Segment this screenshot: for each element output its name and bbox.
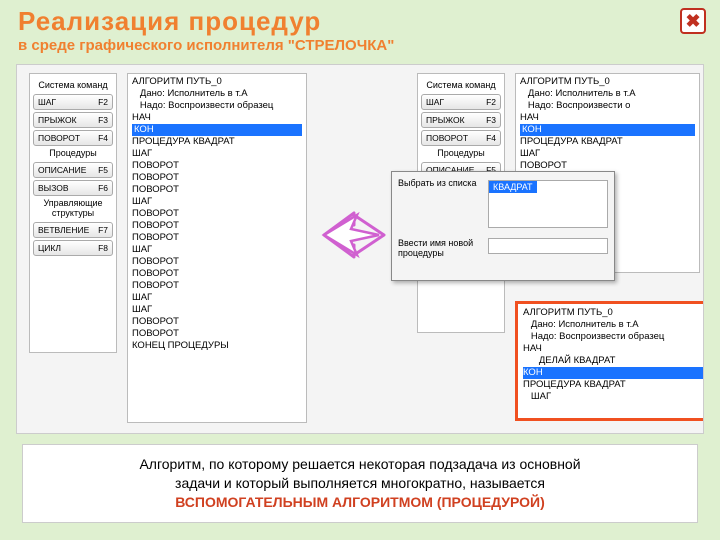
sidebar-group-procedures: Процедуры <box>33 148 113 158</box>
btn-jump[interactable]: ПРЫЖОКF3 <box>33 112 113 128</box>
btn-step-r[interactable]: ШАГF2 <box>421 94 501 110</box>
sidebar-group-control: Управляющие структуры <box>33 198 113 218</box>
dialog-listbox[interactable]: КВАДРАТ <box>488 180 608 228</box>
dialog-label-select: Выбрать из списка <box>398 178 476 188</box>
result-highlight: КОН <box>523 367 704 379</box>
btn-describe[interactable]: ОПИСАНИЕF5 <box>33 162 113 178</box>
sidebar-left: Система команд ШАГF2 ПРЫЖОКF3 ПОВОРОТF4 … <box>29 73 117 353</box>
btn-jump-r[interactable]: ПРЫЖОКF3 <box>421 112 501 128</box>
caption-emphasis: ВСПОМОГАТЕЛЬНЫМ АЛГОРИТМОМ (ПРОЦЕДУРОЙ) <box>53 493 667 512</box>
dialog-label-input: Ввести имя новой процедуры <box>398 238 478 258</box>
close-icon: ✖ <box>685 11 700 32</box>
btn-step[interactable]: ШАГF2 <box>33 94 113 110</box>
highlight-kon: КОН <box>132 124 302 136</box>
caption-line1: Алгоритм, по которому решается некоторая… <box>53 455 667 474</box>
btn-turn[interactable]: ПОВОРОТF4 <box>33 130 113 146</box>
btn-call[interactable]: ВЫЗОВF6 <box>33 180 113 196</box>
page-subtitle: в среде графического исполнителя "СТРЕЛО… <box>18 37 702 54</box>
stage: Система команд ШАГF2 ПРЫЖОКF3 ПОВОРОТF4 … <box>16 64 704 434</box>
result-panel: АЛГОРИТМ ПУТЬ_0 Дано: Исполнитель в т.А … <box>515 301 704 421</box>
header: Реализация процедур в среде графического… <box>0 0 720 56</box>
btn-turn-r[interactable]: ПОВОРОТF4 <box>421 130 501 146</box>
btn-branch[interactable]: ВЕТВЛЕНИЕF7 <box>33 222 113 238</box>
sidebar-group-commands: Система команд <box>33 80 113 90</box>
btn-loop[interactable]: ЦИКЛF8 <box>33 240 113 256</box>
caption-line2: задачи и который выполняется многократно… <box>53 474 667 493</box>
arrow-icon <box>319 205 389 265</box>
close-button[interactable]: ✖ <box>680 8 706 34</box>
dialog-input[interactable] <box>488 238 608 254</box>
procedure-dialog: Выбрать из списка КВАДРАТ Ввести имя нов… <box>391 171 615 281</box>
listing-left: АЛГОРИТМ ПУТЬ_0 Дано: Исполнитель в т.А … <box>127 73 307 423</box>
page-title: Реализация процедур <box>18 6 702 37</box>
caption-box: Алгоритм, по которому решается некоторая… <box>22 444 698 523</box>
dialog-option-kvadrat[interactable]: КВАДРАТ <box>489 181 537 193</box>
